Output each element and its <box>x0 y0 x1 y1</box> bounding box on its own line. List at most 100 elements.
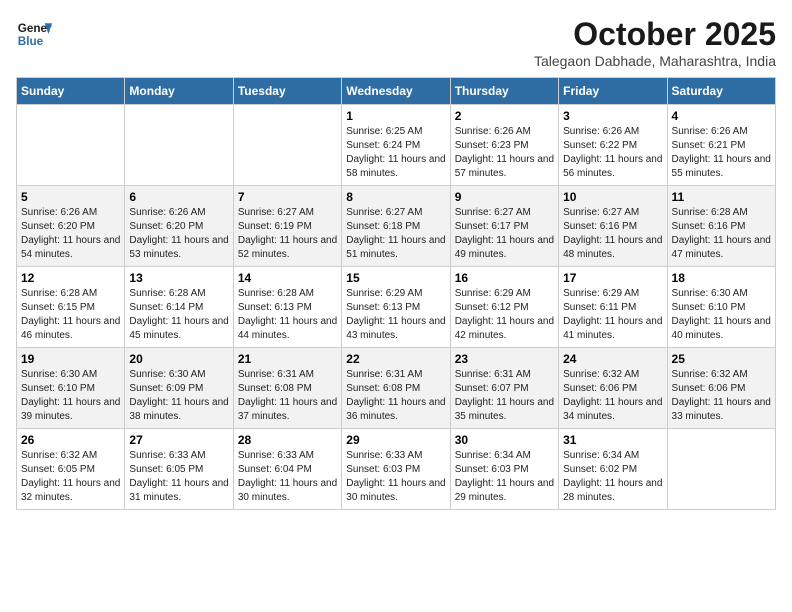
day-number: 14 <box>238 271 337 285</box>
sunrise-text: Sunrise: 6:31 AM <box>346 369 422 380</box>
day-number: 24 <box>563 352 662 366</box>
day-info: Sunrise: 6:29 AM Sunset: 6:13 PM Dayligh… <box>346 287 445 343</box>
sunrise-text: Sunrise: 6:29 AM <box>563 288 639 299</box>
daylight-text: Daylight: 11 hours and 32 minutes. <box>21 478 120 503</box>
calendar-table: SundayMondayTuesdayWednesdayThursdayFrid… <box>16 77 776 510</box>
day-info: Sunrise: 6:28 AM Sunset: 6:13 PM Dayligh… <box>238 287 337 343</box>
day-info: Sunrise: 6:32 AM Sunset: 6:05 PM Dayligh… <box>21 449 120 505</box>
sunrise-text: Sunrise: 6:32 AM <box>672 369 748 380</box>
sunrise-text: Sunrise: 6:33 AM <box>238 450 314 461</box>
daylight-text: Daylight: 11 hours and 58 minutes. <box>346 154 445 179</box>
day-number: 30 <box>455 433 554 447</box>
daylight-text: Daylight: 11 hours and 28 minutes. <box>563 478 662 503</box>
sunset-text: Sunset: 6:03 PM <box>455 464 529 475</box>
sunrise-text: Sunrise: 6:27 AM <box>455 207 531 218</box>
daylight-text: Daylight: 11 hours and 53 minutes. <box>129 235 228 260</box>
sunrise-text: Sunrise: 6:27 AM <box>563 207 639 218</box>
day-info: Sunrise: 6:30 AM Sunset: 6:09 PM Dayligh… <box>129 368 228 424</box>
sunrise-text: Sunrise: 6:28 AM <box>129 288 205 299</box>
day-info: Sunrise: 6:32 AM Sunset: 6:06 PM Dayligh… <box>672 368 771 424</box>
daylight-text: Daylight: 11 hours and 47 minutes. <box>672 235 771 260</box>
day-info: Sunrise: 6:30 AM Sunset: 6:10 PM Dayligh… <box>672 287 771 343</box>
calendar-cell: 11 Sunrise: 6:28 AM Sunset: 6:16 PM Dayl… <box>667 186 775 267</box>
daylight-text: Daylight: 11 hours and 30 minutes. <box>346 478 445 503</box>
calendar-cell: 8 Sunrise: 6:27 AM Sunset: 6:18 PM Dayli… <box>342 186 450 267</box>
weekday-header-saturday: Saturday <box>667 78 775 105</box>
day-info: Sunrise: 6:29 AM Sunset: 6:11 PM Dayligh… <box>563 287 662 343</box>
sunset-text: Sunset: 6:05 PM <box>21 464 95 475</box>
sunrise-text: Sunrise: 6:27 AM <box>346 207 422 218</box>
calendar-cell: 23 Sunrise: 6:31 AM Sunset: 6:07 PM Dayl… <box>450 348 558 429</box>
sunrise-text: Sunrise: 6:29 AM <box>455 288 531 299</box>
day-number: 27 <box>129 433 228 447</box>
day-number: 20 <box>129 352 228 366</box>
day-number: 22 <box>346 352 445 366</box>
day-info: Sunrise: 6:26 AM Sunset: 6:20 PM Dayligh… <box>129 206 228 262</box>
daylight-text: Daylight: 11 hours and 45 minutes. <box>129 316 228 341</box>
calendar-cell: 28 Sunrise: 6:33 AM Sunset: 6:04 PM Dayl… <box>233 429 341 510</box>
calendar-cell: 15 Sunrise: 6:29 AM Sunset: 6:13 PM Dayl… <box>342 267 450 348</box>
calendar-cell: 25 Sunrise: 6:32 AM Sunset: 6:06 PM Dayl… <box>667 348 775 429</box>
weekday-header-sunday: Sunday <box>17 78 125 105</box>
sunset-text: Sunset: 6:10 PM <box>21 383 95 394</box>
sunset-text: Sunset: 6:21 PM <box>672 140 746 151</box>
sunrise-text: Sunrise: 6:28 AM <box>238 288 314 299</box>
sunset-text: Sunset: 6:06 PM <box>563 383 637 394</box>
calendar-cell: 3 Sunrise: 6:26 AM Sunset: 6:22 PM Dayli… <box>559 105 667 186</box>
sunrise-text: Sunrise: 6:33 AM <box>346 450 422 461</box>
day-number: 28 <box>238 433 337 447</box>
weekday-header-monday: Monday <box>125 78 233 105</box>
sunset-text: Sunset: 6:18 PM <box>346 221 420 232</box>
sunset-text: Sunset: 6:02 PM <box>563 464 637 475</box>
logo: General Blue <box>16 16 60 52</box>
calendar-cell: 5 Sunrise: 6:26 AM Sunset: 6:20 PM Dayli… <box>17 186 125 267</box>
daylight-text: Daylight: 11 hours and 39 minutes. <box>21 397 120 422</box>
calendar-cell: 4 Sunrise: 6:26 AM Sunset: 6:21 PM Dayli… <box>667 105 775 186</box>
daylight-text: Daylight: 11 hours and 36 minutes. <box>346 397 445 422</box>
day-number: 29 <box>346 433 445 447</box>
day-number: 10 <box>563 190 662 204</box>
calendar-cell: 1 Sunrise: 6:25 AM Sunset: 6:24 PM Dayli… <box>342 105 450 186</box>
weekday-header-thursday: Thursday <box>450 78 558 105</box>
daylight-text: Daylight: 11 hours and 42 minutes. <box>455 316 554 341</box>
calendar-cell: 31 Sunrise: 6:34 AM Sunset: 6:02 PM Dayl… <box>559 429 667 510</box>
calendar-cell <box>233 105 341 186</box>
day-info: Sunrise: 6:27 AM Sunset: 6:19 PM Dayligh… <box>238 206 337 262</box>
calendar-cell: 6 Sunrise: 6:26 AM Sunset: 6:20 PM Dayli… <box>125 186 233 267</box>
day-info: Sunrise: 6:28 AM Sunset: 6:14 PM Dayligh… <box>129 287 228 343</box>
day-info: Sunrise: 6:26 AM Sunset: 6:23 PM Dayligh… <box>455 125 554 181</box>
day-info: Sunrise: 6:30 AM Sunset: 6:10 PM Dayligh… <box>21 368 120 424</box>
sunset-text: Sunset: 6:17 PM <box>455 221 529 232</box>
day-number: 3 <box>563 109 662 123</box>
daylight-text: Daylight: 11 hours and 46 minutes. <box>21 316 120 341</box>
daylight-text: Daylight: 11 hours and 52 minutes. <box>238 235 337 260</box>
weekday-header-friday: Friday <box>559 78 667 105</box>
calendar-cell: 13 Sunrise: 6:28 AM Sunset: 6:14 PM Dayl… <box>125 267 233 348</box>
daylight-text: Daylight: 11 hours and 33 minutes. <box>672 397 771 422</box>
calendar-cell: 24 Sunrise: 6:32 AM Sunset: 6:06 PM Dayl… <box>559 348 667 429</box>
day-number: 9 <box>455 190 554 204</box>
sunrise-text: Sunrise: 6:30 AM <box>672 288 748 299</box>
day-number: 11 <box>672 190 771 204</box>
weekday-header-wednesday: Wednesday <box>342 78 450 105</box>
day-info: Sunrise: 6:33 AM Sunset: 6:04 PM Dayligh… <box>238 449 337 505</box>
day-info: Sunrise: 6:27 AM Sunset: 6:18 PM Dayligh… <box>346 206 445 262</box>
calendar-cell <box>125 105 233 186</box>
daylight-text: Daylight: 11 hours and 30 minutes. <box>238 478 337 503</box>
sunset-text: Sunset: 6:13 PM <box>346 302 420 313</box>
day-number: 5 <box>21 190 120 204</box>
sunset-text: Sunset: 6:13 PM <box>238 302 312 313</box>
sunrise-text: Sunrise: 6:26 AM <box>672 126 748 137</box>
daylight-text: Daylight: 11 hours and 31 minutes. <box>129 478 228 503</box>
calendar-cell: 17 Sunrise: 6:29 AM Sunset: 6:11 PM Dayl… <box>559 267 667 348</box>
day-number: 15 <box>346 271 445 285</box>
daylight-text: Daylight: 11 hours and 57 minutes. <box>455 154 554 179</box>
day-number: 21 <box>238 352 337 366</box>
sunrise-text: Sunrise: 6:30 AM <box>21 369 97 380</box>
sunrise-text: Sunrise: 6:32 AM <box>21 450 97 461</box>
calendar-cell: 22 Sunrise: 6:31 AM Sunset: 6:08 PM Dayl… <box>342 348 450 429</box>
day-info: Sunrise: 6:32 AM Sunset: 6:06 PM Dayligh… <box>563 368 662 424</box>
calendar-cell: 2 Sunrise: 6:26 AM Sunset: 6:23 PM Dayli… <box>450 105 558 186</box>
calendar-cell <box>667 429 775 510</box>
sunset-text: Sunset: 6:11 PM <box>563 302 636 313</box>
